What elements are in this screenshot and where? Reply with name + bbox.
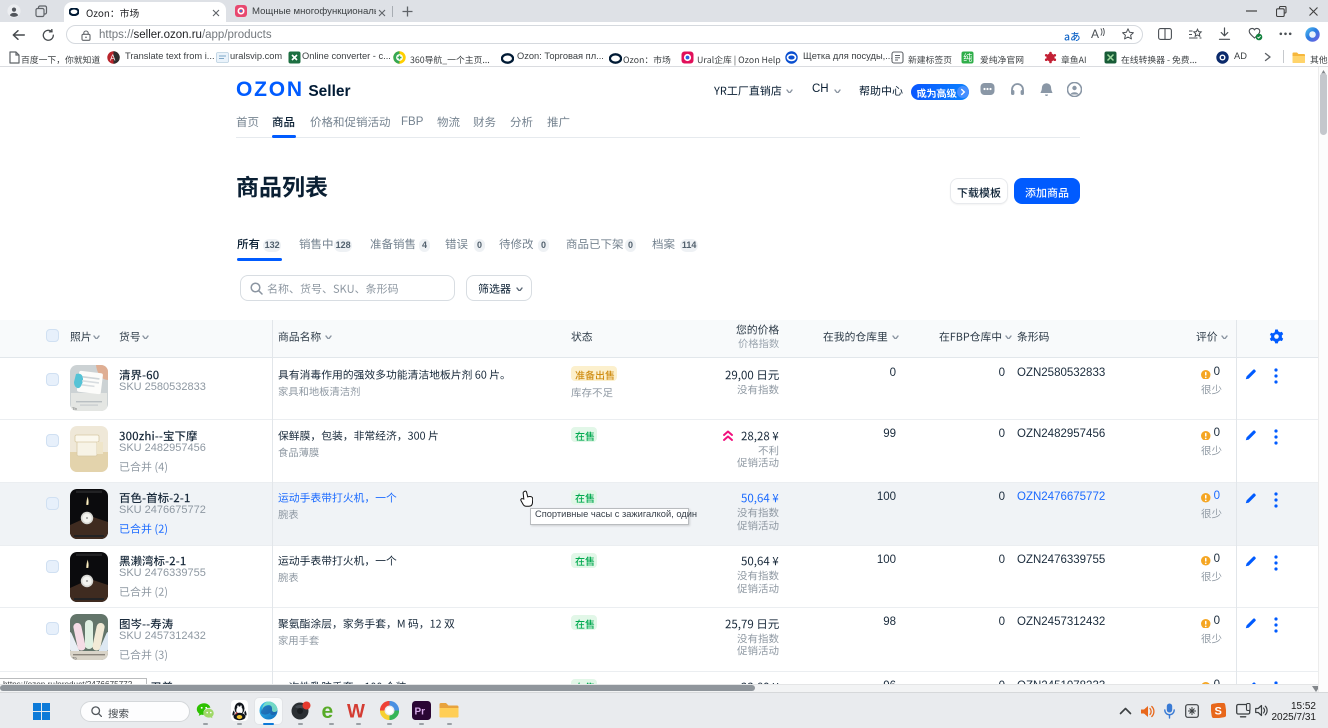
svg-text:Pr: Pr <box>415 707 426 718</box>
svg-text:e: e <box>322 700 334 721</box>
svg-text:A: A <box>110 53 116 62</box>
svg-text:Tb: Tb <box>72 656 77 661</box>
svg-text:S: S <box>1215 706 1222 718</box>
svg-text:Tb: Tb <box>72 406 77 411</box>
svg-text:W: W <box>347 702 365 721</box>
svg-text:纯: 纯 <box>963 52 972 63</box>
